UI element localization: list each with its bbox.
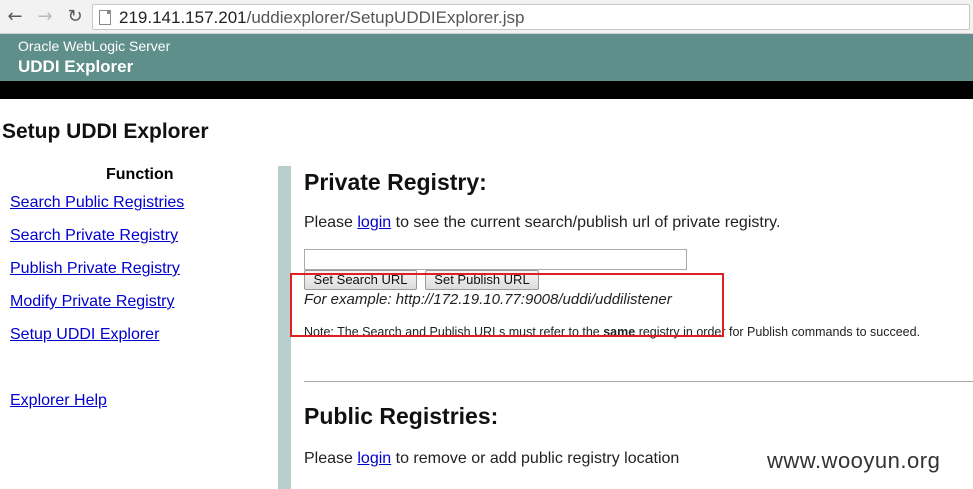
registry-url-input[interactable] (304, 249, 687, 270)
watermark: www.wooyun.org (767, 448, 941, 473)
page-title: Setup UDDI Explorer (2, 120, 209, 143)
note-text-bold: same (603, 325, 636, 339)
nav-link-publish-private-registry[interactable]: Publish Private Registry (10, 260, 180, 278)
browser-toolbar: ← → ↻ 219.141.157.201/uddiexplorer/Setup… (0, 0, 973, 34)
public-registries-login-text: Please login to remove or add public reg… (304, 450, 679, 468)
address-bar[interactable]: 219.141.157.201/uddiexplorer/SetupUDDIEx… (92, 4, 970, 30)
section-divider (304, 381, 973, 382)
app-header: Oracle WebLogic Server UDDI Explorer (0, 34, 973, 81)
sidebar-divider (278, 166, 291, 489)
page-icon (99, 10, 111, 25)
nav-link-modify-private-registry[interactable]: Modify Private Registry (10, 293, 175, 311)
set-publish-url-button[interactable]: Set Publish URL (425, 270, 539, 290)
private-registry-login-text: Please login to see the current search/p… (304, 214, 780, 232)
url-host: 219.141.157.201 (119, 8, 247, 27)
private-text-after: to see the current search/publish url of… (391, 214, 781, 231)
product-name: Oracle WebLogic Server (18, 38, 171, 54)
nav-link-explorer-help[interactable]: Explorer Help (10, 392, 107, 410)
public-login-link[interactable]: login (357, 450, 391, 467)
url-path: /uddiexplorer/SetupUDDIExplorer.jsp (246, 8, 525, 27)
private-text-before: Please (304, 214, 358, 231)
note-text-after: registry in order for Publish commands t… (635, 325, 921, 339)
reload-icon[interactable]: ↻ (64, 6, 86, 28)
example-url-text: For example: http://172.19.10.77:9008/ud… (304, 291, 672, 308)
back-arrow-icon[interactable]: ← (4, 6, 26, 28)
app-name: UDDI Explorer (18, 57, 134, 76)
function-header: Function (106, 166, 174, 183)
nav-link-setup-uddi-explorer[interactable]: Setup UDDI Explorer (10, 326, 159, 344)
private-login-link[interactable]: login (357, 214, 391, 231)
public-text-before: Please (304, 450, 358, 467)
forward-arrow-icon[interactable]: → (34, 6, 56, 28)
private-registry-heading: Private Registry: (304, 169, 487, 195)
nav-link-search-private-registry[interactable]: Search Private Registry (10, 227, 178, 245)
nav-link-search-public-registries[interactable]: Search Public Registries (10, 194, 184, 212)
public-registries-heading: Public Registries: (304, 403, 499, 429)
url-text: 219.141.157.201/uddiexplorer/SetupUDDIEx… (119, 8, 524, 28)
note-text-before: Note: The Search and Publish URLs must r… (304, 325, 604, 339)
set-search-url-button[interactable]: Set Search URL (304, 270, 417, 290)
header-divider-bar (0, 81, 973, 99)
public-text-after: to remove or add public registry locatio… (391, 450, 680, 467)
registry-note: Note: The Search and Publish URLs must r… (304, 325, 920, 339)
